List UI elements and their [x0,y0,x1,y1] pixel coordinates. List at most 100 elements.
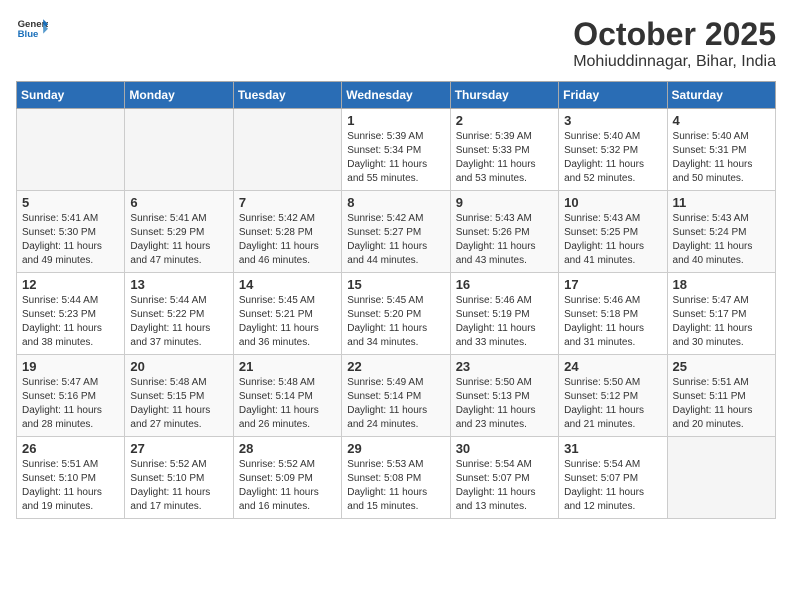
day-info: Sunrise: 5:41 AM Sunset: 5:30 PM Dayligh… [22,212,119,268]
day-info: Sunrise: 5:51 AM Sunset: 5:10 PM Dayligh… [22,458,119,514]
title-block: October 2025 Mohiuddinnagar, Bihar, Indi… [573,16,776,71]
week-row-1: 1Sunrise: 5:39 AM Sunset: 5:34 PM Daylig… [17,109,776,191]
day-number: 2 [456,113,553,128]
calendar-cell: 6 Sunrise: 5:41 AM Sunset: 5:29 PM Daylig… [125,191,233,273]
week-row-5: 26 Sunrise: 5:51 AM Sunset: 5:10 PM Dayli… [17,437,776,519]
week-row-4: 19Sunrise: 5:47 AM Sunset: 5:16 PM Dayli… [17,355,776,437]
calendar-cell: 24 Sunrise: 5:50 AM Sunset: 5:12 PM Dayli… [559,355,667,437]
day-info: Sunrise: 5:52 AM Sunset: 5:09 PM Dayligh… [239,458,336,514]
day-info: Sunrise: 5:41 AM Sunset: 5:29 PM Dayligh… [130,212,227,268]
calendar-cell: 12Sunrise: 5:44 AM Sunset: 5:23 PM Dayli… [17,273,125,355]
header-row: SundayMondayTuesdayWednesdayThursdayFrid… [17,82,776,109]
calendar-cell: 30 Sunrise: 5:54 AM Sunset: 5:07 PM Dayli… [450,437,558,519]
day-number: 19 [22,359,119,374]
day-info: Sunrise: 5:46 AM Sunset: 5:18 PM Dayligh… [564,294,661,350]
weekday-header-sunday: Sunday [17,82,125,109]
calendar-cell: 26 Sunrise: 5:51 AM Sunset: 5:10 PM Dayli… [17,437,125,519]
calendar-cell: 1Sunrise: 5:39 AM Sunset: 5:34 PM Daylig… [342,109,450,191]
weekday-header-saturday: Saturday [667,82,775,109]
logo-icon: General Blue [16,16,48,40]
month-title: October 2025 [573,16,776,53]
calendar-table: SundayMondayTuesdayWednesdayThursdayFrid… [16,81,776,519]
day-info: Sunrise: 5:53 AM Sunset: 5:08 PM Dayligh… [347,458,444,514]
calendar-cell: 31 Sunrise: 5:54 AM Sunset: 5:07 PM Dayli… [559,437,667,519]
day-number: 22 [347,359,444,374]
day-number: 7 [239,195,336,210]
calendar-cell: 27Sunrise: 5:52 AM Sunset: 5:10 PM Dayli… [125,437,233,519]
calendar-cell: 19Sunrise: 5:47 AM Sunset: 5:16 PM Dayli… [17,355,125,437]
week-row-3: 12Sunrise: 5:44 AM Sunset: 5:23 PM Dayli… [17,273,776,355]
day-info: Sunrise: 5:44 AM Sunset: 5:22 PM Dayligh… [130,294,227,350]
day-number: 5 [22,195,119,210]
day-number: 31 [564,441,661,456]
day-number: 24 [564,359,661,374]
weekday-header-wednesday: Wednesday [342,82,450,109]
calendar-cell: 14 Sunrise: 5:45 AM Sunset: 5:21 PM Dayli… [233,273,341,355]
calendar-cell: 29 Sunrise: 5:53 AM Sunset: 5:08 PM Dayli… [342,437,450,519]
day-info: Sunrise: 5:39 AM Sunset: 5:34 PM Dayligh… [347,130,444,186]
day-number: 20 [130,359,227,374]
weekday-header-tuesday: Tuesday [233,82,341,109]
calendar-cell: 13 Sunrise: 5:44 AM Sunset: 5:22 PM Dayli… [125,273,233,355]
day-info: Sunrise: 5:45 AM Sunset: 5:21 PM Dayligh… [239,294,336,350]
day-info: Sunrise: 5:40 AM Sunset: 5:32 PM Dayligh… [564,130,661,186]
day-number: 14 [239,277,336,292]
calendar-cell: 7 Sunrise: 5:42 AM Sunset: 5:28 PM Daylig… [233,191,341,273]
day-number: 28 [239,441,336,456]
day-info: Sunrise: 5:46 AM Sunset: 5:19 PM Dayligh… [456,294,553,350]
day-info: Sunrise: 5:42 AM Sunset: 5:28 PM Dayligh… [239,212,336,268]
location-title: Mohiuddinnagar, Bihar, India [573,53,776,71]
calendar-cell: 22 Sunrise: 5:49 AM Sunset: 5:14 PM Dayli… [342,355,450,437]
calendar-cell: 23Sunrise: 5:50 AM Sunset: 5:13 PM Dayli… [450,355,558,437]
day-info: Sunrise: 5:54 AM Sunset: 5:07 PM Dayligh… [564,458,661,514]
calendar-cell [667,437,775,519]
day-info: Sunrise: 5:43 AM Sunset: 5:24 PM Dayligh… [673,212,770,268]
day-number: 17 [564,277,661,292]
day-number: 30 [456,441,553,456]
day-number: 18 [673,277,770,292]
day-info: Sunrise: 5:39 AM Sunset: 5:33 PM Dayligh… [456,130,553,186]
day-number: 9 [456,195,553,210]
calendar-cell: 21Sunrise: 5:48 AM Sunset: 5:14 PM Dayli… [233,355,341,437]
day-number: 16 [456,277,553,292]
weekday-header-friday: Friday [559,82,667,109]
day-number: 29 [347,441,444,456]
weekday-header-monday: Monday [125,82,233,109]
calendar-cell: 8 Sunrise: 5:42 AM Sunset: 5:27 PM Daylig… [342,191,450,273]
week-row-2: 5 Sunrise: 5:41 AM Sunset: 5:30 PM Daylig… [17,191,776,273]
day-info: Sunrise: 5:50 AM Sunset: 5:12 PM Dayligh… [564,376,661,432]
day-number: 21 [239,359,336,374]
svg-text:Blue: Blue [18,29,39,40]
day-number: 23 [456,359,553,374]
day-info: Sunrise: 5:42 AM Sunset: 5:27 PM Dayligh… [347,212,444,268]
day-number: 26 [22,441,119,456]
calendar-cell: 10 Sunrise: 5:43 AM Sunset: 5:25 PM Dayli… [559,191,667,273]
day-info: Sunrise: 5:40 AM Sunset: 5:31 PM Dayligh… [673,130,770,186]
calendar-cell: 9 Sunrise: 5:43 AM Sunset: 5:26 PM Daylig… [450,191,558,273]
day-info: Sunrise: 5:43 AM Sunset: 5:25 PM Dayligh… [564,212,661,268]
day-info: Sunrise: 5:49 AM Sunset: 5:14 PM Dayligh… [347,376,444,432]
day-info: Sunrise: 5:51 AM Sunset: 5:11 PM Dayligh… [673,376,770,432]
day-number: 6 [130,195,227,210]
calendar-cell: 20 Sunrise: 5:48 AM Sunset: 5:15 PM Dayli… [125,355,233,437]
calendar-cell: 25Sunrise: 5:51 AM Sunset: 5:11 PM Dayli… [667,355,775,437]
day-number: 4 [673,113,770,128]
day-number: 8 [347,195,444,210]
calendar-cell [17,109,125,191]
day-number: 3 [564,113,661,128]
day-number: 11 [673,195,770,210]
calendar-cell [125,109,233,191]
day-number: 10 [564,195,661,210]
calendar-cell: 16 Sunrise: 5:46 AM Sunset: 5:19 PM Dayli… [450,273,558,355]
calendar-cell: 5 Sunrise: 5:41 AM Sunset: 5:30 PM Daylig… [17,191,125,273]
day-number: 13 [130,277,227,292]
calendar-cell: 18Sunrise: 5:47 AM Sunset: 5:17 PM Dayli… [667,273,775,355]
calendar-cell: 11 Sunrise: 5:43 AM Sunset: 5:24 PM Dayli… [667,191,775,273]
day-info: Sunrise: 5:44 AM Sunset: 5:23 PM Dayligh… [22,294,119,350]
day-info: Sunrise: 5:48 AM Sunset: 5:15 PM Dayligh… [130,376,227,432]
day-info: Sunrise: 5:54 AM Sunset: 5:07 PM Dayligh… [456,458,553,514]
logo: General Blue [16,16,48,40]
day-info: Sunrise: 5:43 AM Sunset: 5:26 PM Dayligh… [456,212,553,268]
calendar-cell: 17 Sunrise: 5:46 AM Sunset: 5:18 PM Dayli… [559,273,667,355]
calendar-cell: 3 Sunrise: 5:40 AM Sunset: 5:32 PM Daylig… [559,109,667,191]
